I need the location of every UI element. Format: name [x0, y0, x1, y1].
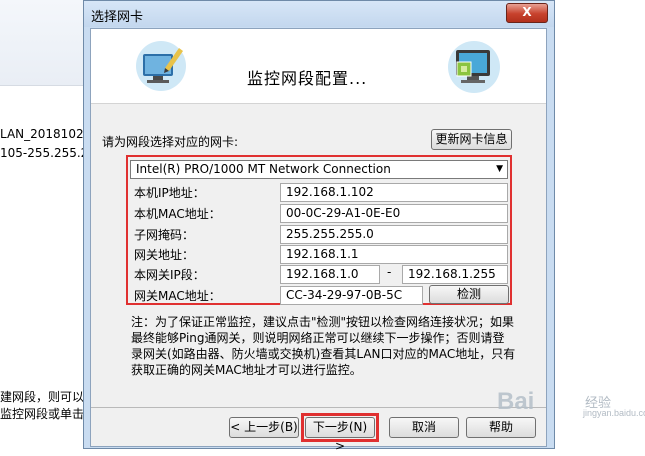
- background-window: [0, 0, 90, 449]
- watermark-url: jingyan.baidu.com: [583, 408, 645, 418]
- help-button[interactable]: 帮助: [466, 417, 536, 438]
- local-mac-label: 本机MAC地址：: [134, 207, 221, 221]
- range-separator: -: [387, 265, 392, 279]
- note-text: 注：为了保证正常监控，建议点击"检测"按钮以检查网络连接状况；如果最终能够Pin…: [131, 315, 516, 377]
- monitor-config-icon: [136, 41, 186, 91]
- background-divider: [0, 85, 90, 86]
- gateway-mac-field[interactable]: CC-34-29-97-0B-5C: [280, 286, 423, 305]
- adapter-select-value: Intel(R) PRO/1000 MT Network Connection: [136, 162, 391, 176]
- subnet-mask-label: 子网掩码：: [134, 228, 195, 242]
- dialog-titlebar[interactable]: 选择网卡 X: [84, 1, 554, 27]
- network-monitor-icon: [448, 41, 500, 93]
- header-title: 监控网段配置...: [247, 69, 368, 88]
- detect-button[interactable]: 检测: [429, 285, 509, 304]
- local-ip-field[interactable]: 192.168.1.102: [280, 183, 508, 202]
- select-adapter-dialog: 选择网卡 X 监控网段配置... 请为网段选择对应的网卡: 更新网卡信息 Int…: [83, 0, 555, 453]
- background-text-line: 监控网段或单击: [0, 407, 85, 421]
- subnet-mask-field[interactable]: 255.255.255.0: [280, 225, 508, 244]
- background-toolbar: [0, 0, 90, 85]
- gateway-mac-label: 网关MAC地址：: [134, 289, 221, 303]
- local-ip-label: 本机IP地址：: [134, 186, 205, 200]
- gateway-address-field[interactable]: 192.168.1.1: [280, 245, 508, 264]
- background-text-line: 105-255.255.25: [0, 146, 96, 160]
- chevron-down-icon[interactable]: ▼: [496, 161, 503, 178]
- adapter-prompt-label: 请为网段选择对应的网卡:: [102, 135, 239, 149]
- watermark-logo: Bai: [497, 388, 535, 415]
- close-button[interactable]: X: [506, 3, 548, 23]
- dialog-title: 选择网卡: [91, 10, 144, 25]
- adapter-select[interactable]: Intel(R) PRO/1000 MT Network Connection …: [130, 160, 508, 179]
- previous-button[interactable]: < 上一步(B): [229, 417, 299, 438]
- dialog-header: 监控网段配置...: [91, 29, 546, 104]
- refresh-adapter-button[interactable]: 更新网卡信息: [431, 129, 512, 150]
- range-end-field[interactable]: 192.168.1.255: [402, 265, 508, 284]
- next-highlight-box: [301, 413, 379, 442]
- gateway-range-label: 本网关IP段：: [134, 268, 205, 282]
- cancel-button[interactable]: 取消: [389, 417, 459, 438]
- dialog-client-area: 监控网段配置... 请为网段选择对应的网卡: 更新网卡信息 Intel(R) P…: [90, 28, 547, 453]
- footer-divider: [91, 407, 546, 408]
- gateway-address-label: 网关地址：: [134, 248, 195, 262]
- local-mac-field[interactable]: 00-0C-29-A1-0E-E0: [280, 204, 508, 223]
- range-start-field[interactable]: 192.168.1.0: [280, 265, 380, 284]
- background-text-line: 建网段，则可以点: [0, 390, 97, 404]
